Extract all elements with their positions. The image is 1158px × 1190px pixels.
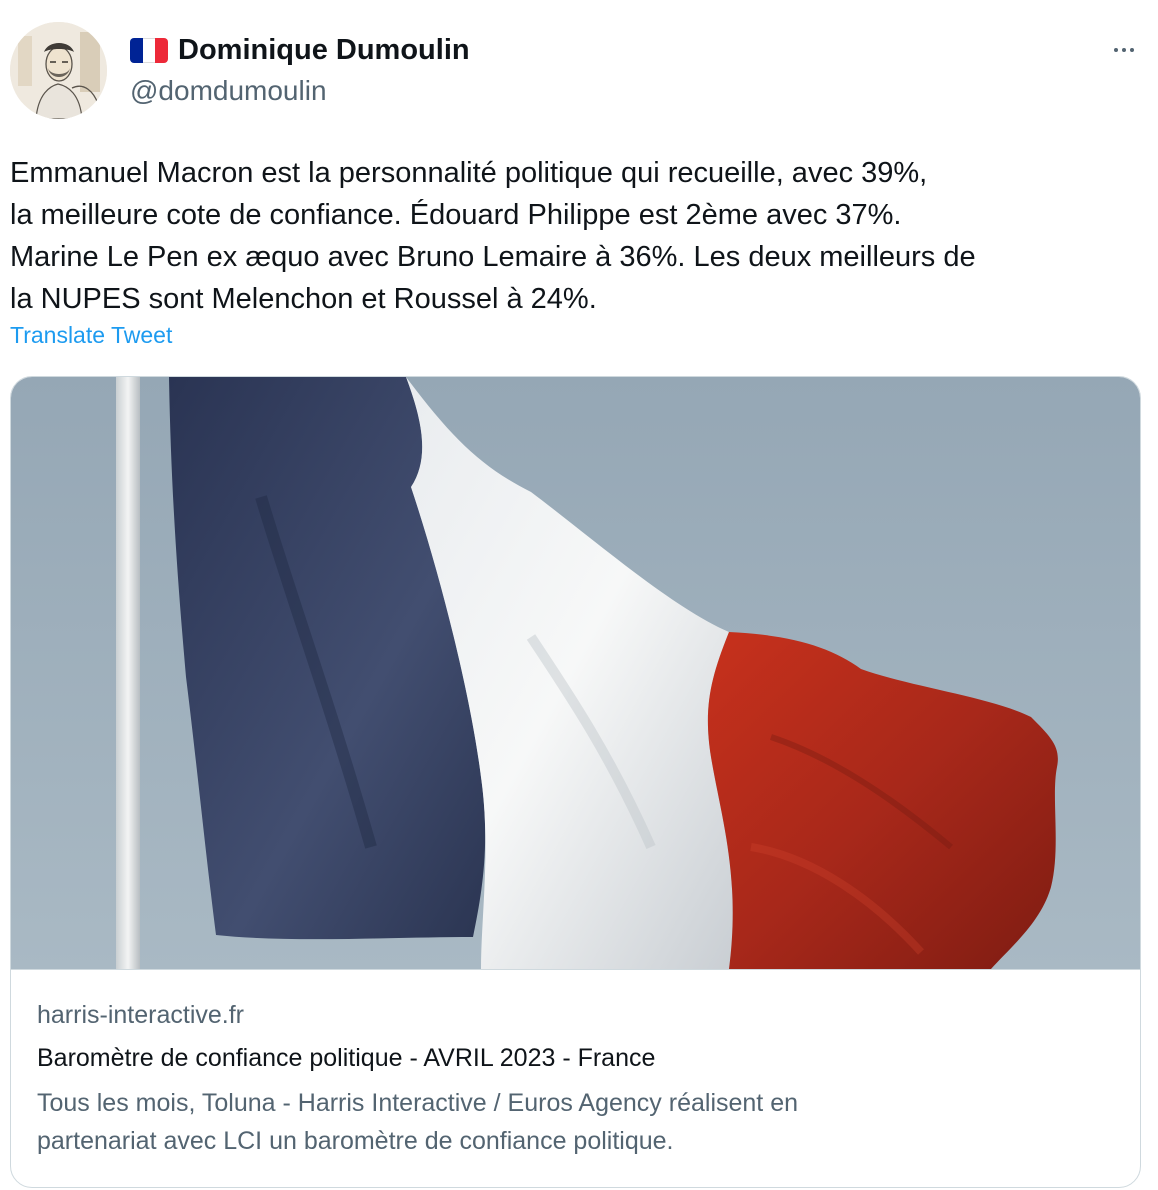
more-options-icon[interactable]: [1106, 32, 1142, 68]
french-flag-photo: [11, 377, 1140, 969]
tweet-text: Emmanuel Macron est la personnalité poli…: [10, 157, 976, 315]
french-flag-icon: [130, 37, 168, 63]
author-name-text: Dominique Dumoulin: [178, 34, 470, 66]
author-avatar[interactable]: [10, 22, 107, 119]
card-description: Tous les mois, Toluna - Harris Interacti…: [37, 1089, 798, 1155]
card-title: Baromètre de confiance politique - AVRIL…: [37, 1044, 656, 1072]
author-name[interactable]: Dominique Dumoulin: [130, 32, 470, 68]
author-handle[interactable]: @domdumoulin: [130, 74, 327, 108]
card-image: [11, 377, 1140, 969]
card-domain: harris-interactive.fr: [37, 1001, 244, 1029]
avatar-sketch-image: [10, 22, 107, 119]
translate-tweet-link[interactable]: Translate Tweet: [10, 319, 172, 351]
card-divider: [11, 969, 1140, 970]
link-preview-card[interactable]: harris-interactive.fr Baromètre de confi…: [10, 376, 1141, 1188]
